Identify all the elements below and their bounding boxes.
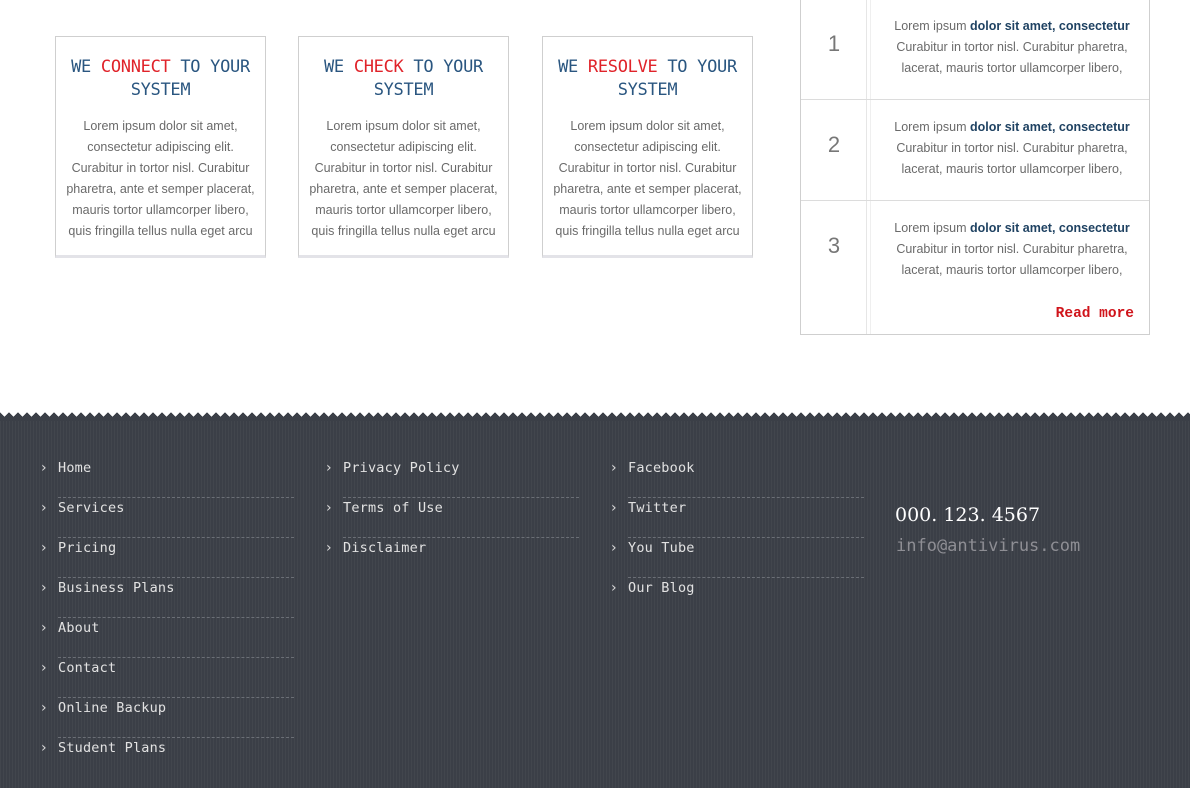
list-item-text: Lorem ipsum dolor sit amet, consectetur … — [894, 221, 1130, 277]
numbered-list-panel: 1 Lorem ipsum dolor sit amet, consectetu… — [800, 0, 1150, 335]
footer-link-youtube[interactable]: › You Tube — [611, 538, 864, 578]
footer-link-our-blog[interactable]: › Our Blog — [611, 578, 864, 618]
feature-body: Lorem ipsum dolor sit amet, consectetur … — [553, 119, 742, 238]
footer-social-column: › Facebook › Twitter › You Tube › Our Blog — [611, 458, 866, 618]
chevron-right-icon: › — [611, 580, 617, 596]
feature-body: Lorem ipsum dolor sit amet, consectetur … — [66, 119, 255, 238]
chevron-right-icon: › — [326, 540, 332, 556]
chevron-right-icon: › — [326, 460, 332, 476]
feature-card-check: WE CHECK TO YOUR SYSTEM Lorem ipsum dolo… — [298, 36, 509, 258]
list-item: 1 Lorem ipsum dolor sit amet, consectetu… — [801, 0, 1149, 100]
chevron-right-icon: › — [41, 740, 47, 756]
feature-heading: WE CONNECT TO YOUR SYSTEM — [71, 57, 250, 100]
zigzag-border — [0, 412, 1190, 421]
list-item-number: 2 — [827, 132, 841, 157]
feature-heading: WE CHECK TO YOUR SYSTEM — [324, 57, 483, 100]
chevron-right-icon: › — [41, 620, 47, 636]
chevron-right-icon: › — [611, 540, 617, 556]
footer-link-online-backup[interactable]: › Online Backup — [41, 698, 294, 738]
read-more-link[interactable]: Read more — [1056, 306, 1134, 322]
footer-legal-column: › Privacy Policy › Terms of Use › Disclaime… — [326, 458, 581, 578]
chevron-right-icon: › — [41, 700, 47, 716]
chevron-right-icon: › — [326, 500, 332, 516]
footer-link-student-plans[interactable]: › Student Plans — [41, 738, 294, 778]
footer-link-disclaimer[interactable]: › Disclaimer — [326, 538, 579, 578]
list-item-text: Lorem ipsum dolor sit amet, consectetur … — [894, 120, 1130, 176]
footer-link-twitter[interactable]: › Twitter — [611, 498, 864, 538]
footer-link-home[interactable]: › Home — [41, 458, 294, 498]
footer-link-privacy-policy[interactable]: › Privacy Policy — [326, 458, 579, 498]
contact-email[interactable]: info@antivirus.com — [896, 536, 1080, 556]
footer-link-contact[interactable]: › Contact — [41, 658, 294, 698]
footer-link-services[interactable]: › Services — [41, 498, 294, 538]
chevron-right-icon: › — [41, 460, 47, 476]
chevron-right-icon: › — [611, 460, 617, 476]
list-item-number: 3 — [827, 233, 841, 258]
footer-link-business-plans[interactable]: › Business Plans — [41, 578, 294, 618]
footer-link-facebook[interactable]: › Facebook — [611, 458, 864, 498]
feature-heading: WE RESOLVE TO YOUR SYSTEM — [558, 57, 737, 100]
chevron-right-icon: › — [41, 660, 47, 676]
list-item: 3 Lorem ipsum dolor sit amet, consectetu… — [801, 201, 1149, 302]
footer-nav-column: › Home › Services › Pricing › Business Plans… — [41, 458, 296, 778]
chevron-right-icon: › — [611, 500, 617, 516]
footer-link-terms-of-use[interactable]: › Terms of Use — [326, 498, 579, 538]
feature-body: Lorem ipsum dolor sit amet, consectetur … — [309, 119, 498, 238]
chevron-right-icon: › — [41, 500, 47, 516]
list-item-number: 1 — [827, 31, 841, 56]
site-footer: › Home › Services › Pricing › Business Plans… — [0, 412, 1190, 788]
footer-link-about[interactable]: › About — [41, 618, 294, 658]
chevron-right-icon: › — [41, 580, 47, 596]
feature-card-resolve: WE RESOLVE TO YOUR SYSTEM Lorem ipsum do… — [542, 36, 753, 258]
list-item: 2 Lorem ipsum dolor sit amet, consectetu… — [801, 100, 1149, 201]
list-item-text: Lorem ipsum dolor sit amet, consectetur … — [894, 19, 1130, 75]
feature-card-connect: WE CONNECT TO YOUR SYSTEM Lorem ipsum do… — [55, 36, 266, 258]
chevron-right-icon: › — [41, 540, 47, 556]
footer-link-pricing[interactable]: › Pricing — [41, 538, 294, 578]
contact-phone: 000. 123. 4567 — [895, 504, 1041, 526]
